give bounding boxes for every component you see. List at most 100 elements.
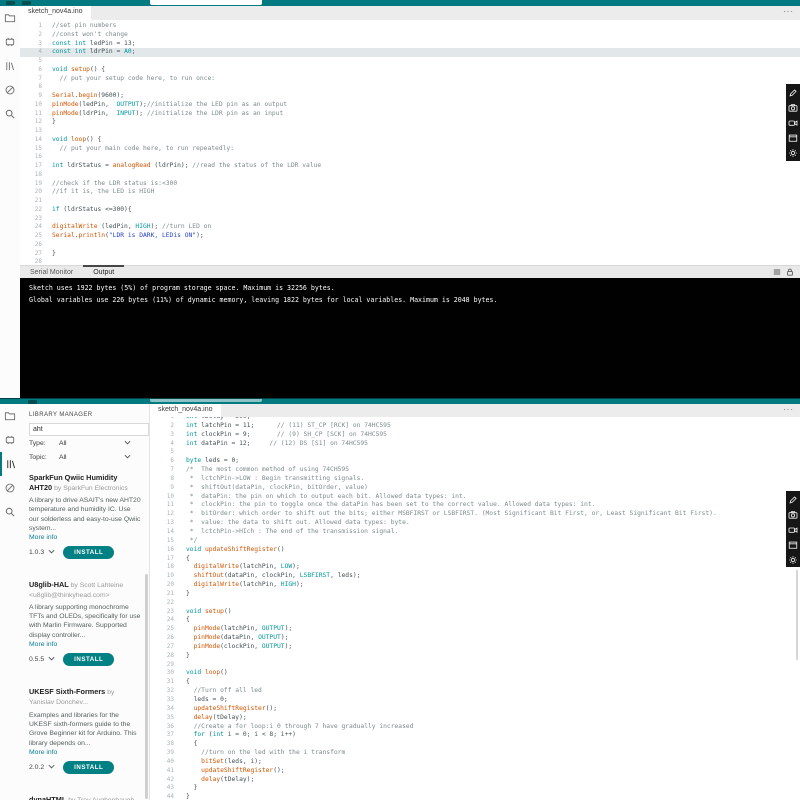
code-line[interactable]: 42 delay(tDelay); [150,776,800,785]
code-line[interactable]: 24 { [150,616,800,625]
code-line[interactable]: 4 const int ldrPin = A0; [20,48,800,57]
code-line[interactable]: 27 pinMode(clockPin, OUTPUT); [150,643,800,652]
code-line[interactable]: 7 /* The most common method of using 74CH… [150,466,800,475]
version-select[interactable]: 0.5.5 [29,656,55,663]
code-line[interactable]: 28} [150,652,800,661]
code-line[interactable]: 12} [20,118,800,127]
code-line[interactable]: 13 [20,127,800,136]
code-line[interactable]: 20 digitalWrite(latchPin, HIGH); [150,581,800,590]
code-line[interactable]: 13 * value: the data to shift out. Allow… [150,519,800,528]
gear-icon[interactable] [788,145,798,160]
code-line[interactable]: 14 * lctchPin->HIch : The end of the tra… [150,528,800,537]
window-icon[interactable] [788,537,798,552]
code-line[interactable]: 35 delay(tDelay); [150,714,800,723]
tab-sketch[interactable]: sketch_nov4a.ino [20,6,92,20]
pen-icon[interactable] [788,492,798,507]
filter-type-select[interactable]: All [59,440,131,447]
code-line[interactable]: 14 void loop() { [20,136,800,145]
code-line[interactable]: 21 [20,197,800,206]
folder-icon[interactable] [0,404,20,428]
code-line[interactable]: 5 [150,448,800,457]
code-line[interactable]: 15 // put your main code here, to run re… [20,145,800,154]
code-line[interactable]: 3 const int ledPin = 13; [20,40,800,49]
code-line[interactable]: 11 * clockPin: the pin to toggle once th… [150,501,800,510]
version-select[interactable]: 1.0.3 [29,549,55,556]
pen-icon[interactable] [788,85,798,100]
code-line[interactable]: 25 Serial.println("LDR is DARK, LEDis ON"… [20,232,800,241]
search-icon[interactable] [0,500,20,524]
code-line[interactable]: 43 } [150,784,800,793]
debug-icon[interactable] [0,78,20,102]
library-search-input[interactable] [29,423,149,436]
code-line[interactable]: 21} [150,590,800,599]
code-line[interactable]: 20 //if it is, the LED is HIGH [20,188,800,197]
code-line[interactable]: 29 [150,661,800,670]
scroll-lock-icon[interactable] [786,268,794,278]
gear-icon[interactable] [788,552,798,567]
code-line[interactable]: 10 * dataPin: the pin on which to output… [150,493,800,502]
code-line[interactable]: 18 digitalWrite(latchPin, LOW); [150,563,800,572]
code-line[interactable]: 15 */ [150,537,800,546]
library-list-scrollbar[interactable] [145,574,148,799]
panel-menu-icon[interactable] [773,268,781,278]
code-line[interactable]: 31 { [150,678,800,687]
code-line[interactable]: 26 pinMode(dataPin, OUTPUT); [150,634,800,643]
tab-options-icon[interactable]: ··· [783,6,800,20]
filter-topic-select[interactable]: All [59,454,131,461]
code-line[interactable]: 7 // put your setup code here, to run on… [20,75,800,84]
video-camera-icon[interactable] [788,115,798,130]
code-line[interactable]: 8 * lctchPin->LOW : Begin transmitting s… [150,475,800,484]
install-button[interactable]: INSTALL [63,652,115,666]
more-info-link[interactable]: More info [29,749,141,756]
code-line[interactable]: 11 pinMode(ldrPin, INPUT); //initialize t… [20,110,800,119]
code-line[interactable]: 9 * shiftOut(dataPin, clockPin, bitOrder… [150,484,800,493]
tab-sketch[interactable]: sketch_nov4a.ino [150,404,222,417]
code-line[interactable]: 41 updateShiftRegister(); [150,767,800,776]
camera-icon[interactable] [788,100,798,115]
debug-icon[interactable] [0,476,20,500]
code-line[interactable]: 3 int clockPin = 9; // (9) SH_CP [SCK] on… [150,431,800,440]
library-icon[interactable] [0,452,20,476]
tab-options-icon[interactable]: ··· [783,404,800,417]
boards-icon[interactable] [0,30,20,54]
code-line[interactable]: 5 [20,57,800,66]
more-info-link[interactable]: More info [29,641,141,648]
code-line[interactable]: 39 //turn on the led with the i transfor… [150,749,800,758]
code-line[interactable]: 34 updateShiftRegister(); [150,705,800,714]
code-line[interactable]: 30 void loop() [150,669,800,678]
code-line[interactable]: 2 //const won't change [20,31,800,40]
code-line[interactable]: 19 shiftOut(dataPin, clockPin, LSBFIRST,… [150,572,800,581]
library-icon[interactable] [0,54,20,78]
code-line[interactable]: 23 void setup() [150,608,800,617]
code-line[interactable]: 9 Serial.begin(9600); [20,92,800,101]
code-line[interactable]: 10 pinMode(ledPin, OUTPUT);//initialize t… [20,101,800,110]
code-line[interactable]: 17 { [150,555,800,564]
code-line[interactable]: 23 [20,215,800,224]
code-line[interactable]: 19 //check if the LDR status is:<300 [20,180,800,189]
version-select[interactable]: 2.0.2 [29,764,55,771]
code-line[interactable]: 24 digitalWrite (ledPin, HIGH); //turn LE… [20,223,800,232]
code-line[interactable]: 16 [20,153,800,162]
install-button[interactable]: INSTALL [63,546,115,560]
code-line[interactable]: 25 pinMode(latchPin, OUTPUT); [150,625,800,634]
camera-icon[interactable] [788,507,798,522]
code-line[interactable]: 33 leds = 0; [150,696,800,705]
code-line[interactable]: 27} [20,250,800,259]
code-line[interactable]: 12 * bitOrder: which order to shift out … [150,510,800,519]
code-line[interactable]: 4 int dataPin = 12; // (12) DS [S1] on 74… [150,440,800,449]
code-line[interactable]: 1 //set pin numbers [20,22,800,31]
folder-icon[interactable] [0,6,20,30]
code-line[interactable]: 32 //Turn off all led [150,687,800,696]
code-line[interactable]: 22 if (ldrStatus <=300){ [20,206,800,215]
code-line[interactable]: 37 for (int i = 0; i < 8; i++) [150,731,800,740]
code-line[interactable]: 26 [20,241,800,250]
code-editor[interactable]: 1int tDelay = 500;2int latchPin = 11; //… [150,413,800,800]
code-line[interactable]: 6 byte leds = 0; [150,457,800,466]
search-icon[interactable] [0,102,20,126]
code-line[interactable]: 6 void setup() { [20,66,800,75]
code-line[interactable]: 38 { [150,740,800,749]
code-line[interactable]: 8 [20,83,800,92]
code-line[interactable]: 36 //Create a for loop:i 0 through 7 hav… [150,723,800,732]
editor-scrollbar[interactable] [796,570,798,660]
window-icon[interactable] [788,130,798,145]
